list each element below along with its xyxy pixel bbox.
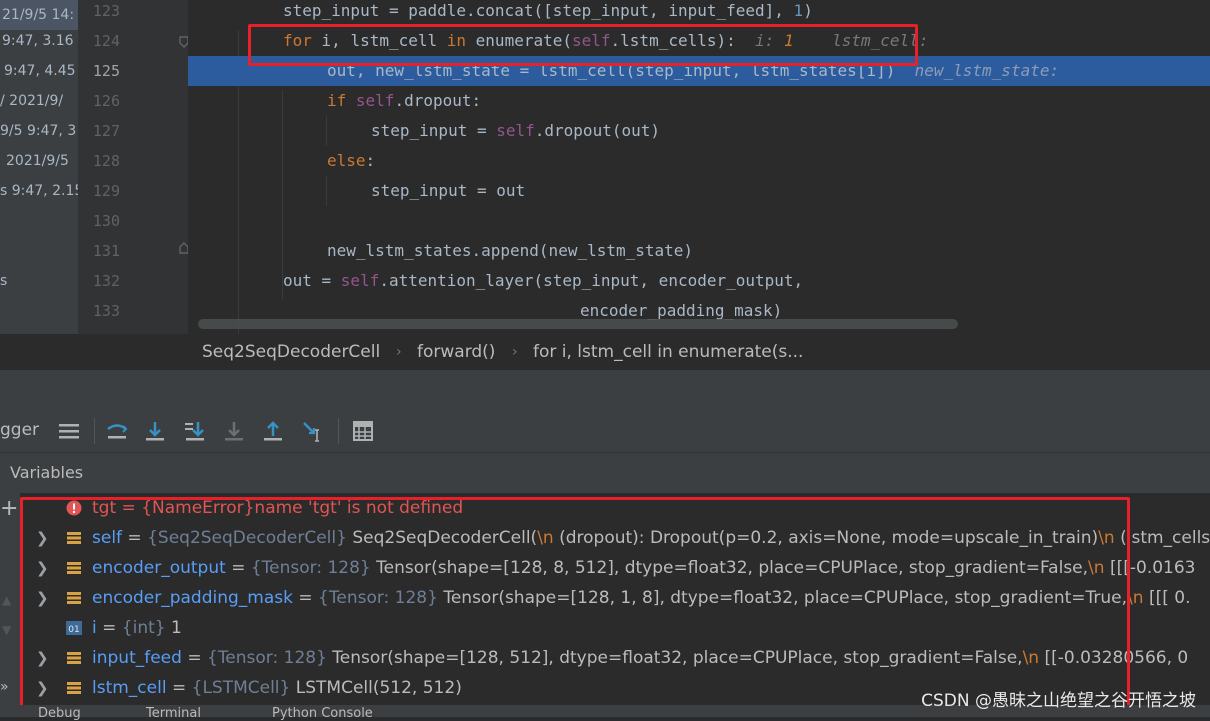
annotation-box-loop-line bbox=[248, 24, 918, 66]
debugger-tab[interactable]: gger bbox=[0, 420, 39, 440]
recent-item[interactable]: 2021/9/5 bbox=[6, 146, 69, 176]
menu-icon[interactable] bbox=[56, 418, 82, 444]
watermark: CSDN @愚昧之山绝望之谷开悟之坡 bbox=[921, 691, 1196, 711]
show-execution-point-icon[interactable] bbox=[104, 418, 130, 444]
line-number: 133 bbox=[92, 302, 120, 320]
step-over-icon[interactable] bbox=[142, 418, 168, 444]
line-number: 123 bbox=[92, 2, 120, 20]
breadcrumb-chevron-icon: › bbox=[512, 344, 518, 360]
recent-item[interactable]: s bbox=[0, 266, 7, 296]
line-number: 124 bbox=[92, 32, 120, 50]
line-number: 130 bbox=[92, 212, 120, 230]
force-step-into-icon[interactable] bbox=[221, 418, 247, 444]
tab-terminal[interactable]: Terminal bbox=[146, 707, 201, 720]
breadcrumb-method[interactable]: forward() bbox=[417, 334, 495, 370]
recent-files-panel: 21/9/5 14: 9:47, 3.16 9:47, 4.45 / 2021/… bbox=[0, 0, 78, 334]
step-out-icon[interactable] bbox=[260, 418, 286, 444]
scroll-up-icon[interactable]: ▲ bbox=[2, 593, 11, 607]
line-number: 129 bbox=[92, 182, 120, 200]
breadcrumb-loop[interactable]: for i, lstm_cell in enumerate(s... bbox=[533, 334, 803, 370]
code-line-131: new_lstm_states.append(new_lstm_state) bbox=[327, 241, 694, 260]
add-watch-icon[interactable]: + bbox=[0, 498, 18, 520]
horizontal-scrollbar[interactable] bbox=[198, 319, 958, 329]
step-into-icon[interactable] bbox=[182, 418, 208, 444]
code-line-132: out = self.attention_layer(step_input, e… bbox=[283, 271, 804, 290]
line-number-current: 125 bbox=[92, 62, 120, 80]
code-line-127: step_input = self.dropout(out) bbox=[371, 121, 660, 140]
tab-python-console[interactable]: Python Console bbox=[272, 707, 373, 720]
line-number-gutter: 123 124 125 126 127 128 129 130 131 132 … bbox=[78, 0, 189, 334]
recent-item[interactable]: 9:47, 4.45 bbox=[4, 56, 76, 86]
line-number: 128 bbox=[92, 152, 120, 170]
recent-item[interactable]: 9/5 9:47, 3 bbox=[0, 116, 76, 146]
code-line-126: if self.dropout: bbox=[327, 91, 482, 110]
code-line-129: step_input = out bbox=[371, 181, 526, 200]
breadcrumb-class[interactable]: Seq2SeqDecoderCell bbox=[202, 334, 380, 370]
breadcrumb: Seq2SeqDecoderCell › forward() › for i, … bbox=[0, 334, 1210, 370]
recent-item[interactable]: s 9:47, 2.15 bbox=[0, 176, 78, 206]
tab-debug[interactable]: Debug bbox=[38, 707, 81, 720]
line-number: 126 bbox=[92, 92, 120, 110]
panel-divider bbox=[0, 370, 1210, 410]
code-line-128: else: bbox=[327, 151, 376, 170]
more-icon[interactable]: » bbox=[0, 679, 9, 695]
line-number: 132 bbox=[92, 272, 120, 290]
variables-title: Variables bbox=[10, 463, 84, 482]
breadcrumb-chevron-icon: › bbox=[396, 344, 402, 360]
recent-item[interactable]: 9:47, 3.16 bbox=[2, 26, 74, 56]
variables-side-toolbar: + ▲ ▼ » bbox=[0, 493, 20, 717]
annotation-box-variables bbox=[20, 497, 1130, 715]
run-to-cursor-icon[interactable] bbox=[300, 418, 326, 444]
debugger-toolbar: gger bbox=[0, 410, 1210, 452]
code-line-123: step_input = paddle.concat([step_input, … bbox=[283, 1, 813, 20]
recent-item[interactable]: / 2021/9/ bbox=[0, 86, 63, 116]
variables-panel-header: Variables bbox=[0, 452, 1210, 494]
line-number: 131 bbox=[92, 242, 120, 260]
line-number: 127 bbox=[92, 122, 120, 140]
evaluate-expression-icon[interactable] bbox=[350, 418, 376, 444]
scroll-down-icon[interactable]: ▼ bbox=[2, 623, 11, 637]
